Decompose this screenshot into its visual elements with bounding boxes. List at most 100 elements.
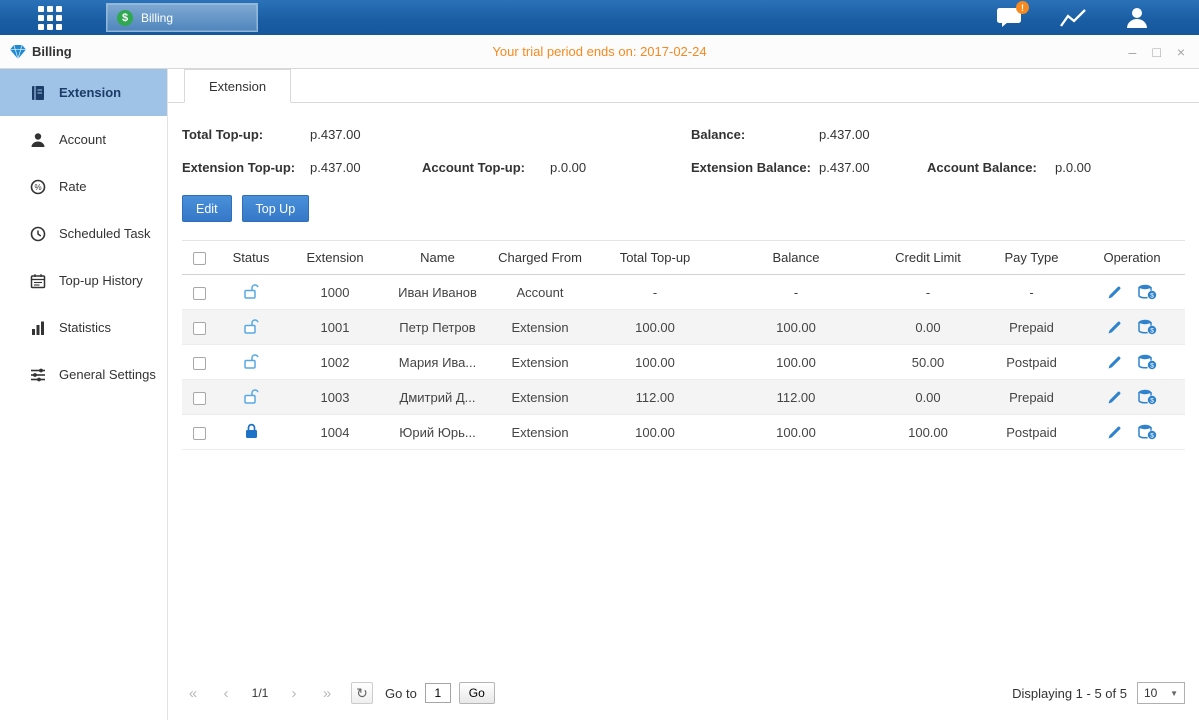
table-row: 1003 Дмитрий Д... Extension 112.00 112.0… [182, 380, 1185, 415]
cell-extension: 1000 [285, 275, 385, 310]
taskbar-billing-label: Billing [141, 11, 173, 25]
unlocked-icon [244, 283, 259, 299]
top-up-coins-icon[interactable]: $ [1138, 389, 1157, 405]
cell-pay-type: Prepaid [984, 310, 1079, 345]
last-page-icon[interactable]: » [316, 685, 338, 702]
cell-credit-limit: 0.00 [872, 380, 984, 415]
refresh-icon[interactable]: ↻ [351, 682, 373, 704]
sidebar-item-extension[interactable]: Extension [0, 69, 167, 116]
top-up-coins-icon[interactable]: $ [1138, 284, 1157, 300]
row-checkbox[interactable] [193, 357, 206, 370]
go-button[interactable]: Go [459, 682, 495, 704]
table-row: 1004 Юрий Юрь... Extension 100.00 100.00… [182, 415, 1185, 450]
top-up-coins-icon[interactable]: $ [1138, 354, 1157, 370]
clock-icon [30, 226, 46, 242]
summary-label: Extension Top-up: [182, 160, 310, 175]
svg-text:$: $ [1150, 327, 1154, 334]
cell-extension: 1001 [285, 310, 385, 345]
goto-label: Go to [385, 686, 417, 701]
close-icon[interactable]: × [1177, 45, 1185, 59]
column-header-operation: Operation [1079, 241, 1185, 275]
cell-charged-from: Extension [490, 345, 590, 380]
summary-label: Balance: [691, 127, 819, 142]
cell-credit-limit: - [872, 275, 984, 310]
cell-extension: 1002 [285, 345, 385, 380]
top-up-coins-icon[interactable]: $ [1138, 424, 1157, 440]
cell-charged-from: Extension [490, 380, 590, 415]
topbar-right-icons: ! [996, 7, 1199, 28]
select-all-checkbox[interactable] [193, 252, 206, 265]
page-indicator: 1/1 [248, 686, 272, 700]
edit-pencil-icon[interactable] [1107, 320, 1122, 335]
prev-page-icon[interactable]: ‹ [215, 685, 237, 702]
svg-text:%: % [34, 183, 41, 192]
goto-page-input[interactable] [425, 683, 451, 703]
next-page-icon[interactable]: › [283, 685, 305, 702]
top-up-button[interactable]: Top Up [242, 195, 310, 222]
edit-pencil-icon[interactable] [1107, 425, 1122, 440]
edit-pencil-icon[interactable] [1107, 390, 1122, 405]
row-checkbox[interactable] [193, 427, 206, 440]
table-row: 1000 Иван Иванов Account - - - - [182, 275, 1185, 310]
cell-credit-limit: 0.00 [872, 310, 984, 345]
app-title-text: Billing [32, 44, 72, 59]
summary-label: Account Top-up: [422, 160, 550, 175]
maximize-icon[interactable]: □ [1152, 45, 1160, 59]
tab-extension[interactable]: Extension [184, 69, 291, 103]
top-up-coins-icon[interactable]: $ [1138, 319, 1157, 335]
svg-text:$: $ [1150, 362, 1154, 369]
summary-label: Extension Balance: [691, 160, 819, 175]
summary-extension-balance: Extension Balance: p.437.00 [691, 160, 927, 175]
window-controls: – □ × [1129, 45, 1199, 59]
user-account-icon[interactable] [1125, 7, 1149, 28]
cell-pay-type: Prepaid [984, 380, 1079, 415]
sliders-icon [30, 367, 46, 383]
summary-value: p.437.00 [819, 127, 870, 142]
column-header-extension: Extension [285, 241, 385, 275]
edit-pencil-icon[interactable] [1107, 285, 1122, 300]
cell-balance: 100.00 [720, 345, 872, 380]
sidebar-item-rate[interactable]: % Rate [0, 163, 167, 210]
apps-grid-icon[interactable] [38, 6, 62, 30]
notifications-icon[interactable]: ! [996, 7, 1022, 28]
row-checkbox[interactable] [193, 322, 206, 335]
sidebar-item-label: Top-up History [59, 273, 143, 288]
cell-total-topup: 100.00 [590, 415, 720, 450]
sidebar-item-scheduled-task[interactable]: Scheduled Task [0, 210, 167, 257]
cell-credit-limit: 100.00 [872, 415, 984, 450]
sidebar-item-statistics[interactable]: Statistics [0, 304, 167, 351]
unlocked-icon [244, 318, 259, 334]
row-checkbox[interactable] [193, 287, 206, 300]
billing-diamond-icon [10, 45, 26, 59]
cell-charged-from: Extension [490, 415, 590, 450]
cell-extension: 1003 [285, 380, 385, 415]
table-header-row: Status Extension Name Charged From Total… [182, 241, 1185, 275]
first-page-icon[interactable]: « [182, 685, 204, 702]
trial-notice: Your trial period ends on: 2017-02-24 [0, 44, 1199, 59]
minimize-icon[interactable]: – [1129, 45, 1137, 59]
main-content: Extension Total Top-up: p.437.00 Balance… [168, 69, 1199, 720]
summary-balance: Balance: p.437.00 [691, 127, 927, 142]
summary-value: p.0.00 [1055, 160, 1091, 175]
dollar-coin-icon: $ [117, 10, 133, 26]
sidebar-item-label: Extension [59, 85, 121, 100]
sidebar-item-general-settings[interactable]: General Settings [0, 351, 167, 398]
summary-extension-topup: Extension Top-up: p.437.00 [182, 160, 422, 175]
page-size-select[interactable]: 10 ▼ [1137, 682, 1185, 704]
window-title-bar: Billing Your trial period ends on: 2017-… [0, 35, 1199, 69]
statistics-chart-icon[interactable] [1060, 8, 1087, 28]
edit-button[interactable]: Edit [182, 195, 232, 222]
cell-total-topup: - [590, 275, 720, 310]
row-checkbox[interactable] [193, 392, 206, 405]
cell-balance: 100.00 [720, 310, 872, 345]
summary-value: p.0.00 [550, 160, 586, 175]
sidebar-item-account[interactable]: Account [0, 116, 167, 163]
action-buttons: Edit Top Up [168, 179, 1199, 234]
extensions-table: Status Extension Name Charged From Total… [182, 240, 1185, 450]
edit-pencil-icon[interactable] [1107, 355, 1122, 370]
sidebar-item-topup-history[interactable]: Top-up History [0, 257, 167, 304]
unlocked-icon [244, 353, 259, 369]
cell-balance: 100.00 [720, 415, 872, 450]
taskbar-billing-button[interactable]: $ Billing [106, 3, 258, 32]
summary-total-topup: Total Top-up: p.437.00 [182, 127, 422, 142]
